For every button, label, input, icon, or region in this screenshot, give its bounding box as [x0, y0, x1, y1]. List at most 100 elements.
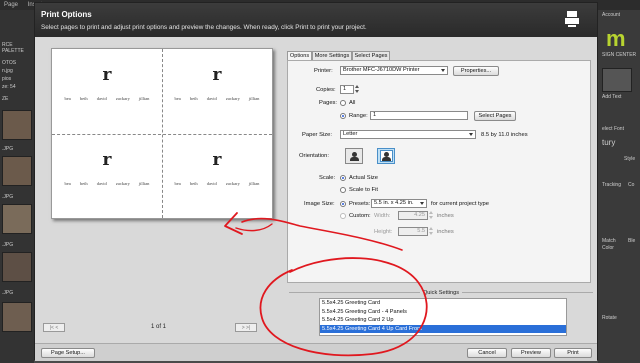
height-unit: inches — [437, 229, 454, 235]
custom-size-label: Custom: — [349, 213, 371, 219]
card-name: jillian — [138, 96, 150, 101]
copies-input[interactable]: 1 — [340, 85, 354, 94]
print-preview-area: r bea beth david zackary jillian r bea b… — [35, 37, 285, 361]
tab-more-settings[interactable]: More Settings — [312, 51, 352, 60]
page-setup-button[interactable]: Page Setup... — [41, 348, 95, 358]
select-pages-button[interactable]: Select Pages — [474, 111, 516, 121]
tab-options[interactable]: Options — [287, 51, 312, 60]
preview-card: r bea beth david zackary jillian — [162, 49, 272, 134]
paper-size-dimensions: 8.5 by 11.0 inches — [481, 132, 528, 138]
card-name: bea — [64, 181, 71, 186]
bg-photo-thumbnail[interactable] — [2, 302, 32, 332]
bg-photo-thumbnail[interactable] — [2, 156, 32, 186]
printer-icon — [565, 11, 579, 27]
bg-add-text-button[interactable] — [602, 68, 632, 92]
card-name: beth — [79, 181, 88, 186]
presets-value: 5.5 in. x 4.25 in. — [374, 200, 414, 206]
actual-size-label: Actual Size — [349, 175, 378, 181]
bg-photo-thumbnail[interactable] — [2, 110, 32, 140]
arrow-down-icon[interactable] — [429, 216, 433, 219]
quick-settings-title-text: Quick Settings — [419, 290, 463, 296]
bg-left-text: ze: 54 — [2, 84, 16, 90]
arrow-up-icon[interactable] — [355, 85, 359, 88]
bg-right-text: tury — [602, 138, 616, 147]
custom-size-radio[interactable] — [340, 213, 346, 219]
cut-line-vertical — [162, 49, 163, 218]
quick-settings-item[interactable]: 5.5x4.25 Greeting Card — [320, 299, 566, 308]
pages-label: Pages: — [319, 100, 338, 106]
previous-page-button[interactable]: |< < — [43, 323, 65, 332]
presets-select[interactable]: 5.5 in. x 4.25 in. — [371, 199, 427, 208]
width-stepper[interactable] — [429, 211, 434, 220]
height-stepper[interactable] — [429, 227, 434, 236]
orientation-label: Orientation: — [299, 153, 329, 159]
preview-button[interactable]: Preview — [511, 348, 551, 358]
cancel-button[interactable]: Cancel — [467, 348, 507, 358]
quick-settings-item[interactable]: 5.5x4.25 Greeting Card - 4 Panels — [320, 308, 566, 317]
card-names: bea beth david zackary jillian — [52, 96, 162, 101]
next-page-button[interactable]: > >| — [235, 323, 257, 332]
bg-file-label: .JPG — [2, 242, 14, 248]
presets-radio[interactable] — [340, 201, 346, 207]
bg-left-text: pios — [2, 76, 12, 82]
card-name: bea — [174, 181, 181, 186]
height-label: Height: — [374, 229, 393, 235]
portrait-orientation-button[interactable] — [345, 148, 363, 164]
arrow-down-icon[interactable] — [429, 232, 433, 235]
bg-photo-thumbnail[interactable] — [2, 204, 32, 234]
bg-app-logo: m — [606, 26, 626, 51]
card-name: david — [96, 181, 107, 186]
card-name: jillian — [138, 181, 150, 186]
presets-note: for current project type — [431, 201, 489, 207]
card-name: bea — [174, 96, 181, 101]
tab-select-pages[interactable]: Select Pages — [352, 51, 390, 60]
quick-settings-list[interactable]: 5.5x4.25 Greeting Card 5.5x4.25 Greeting… — [319, 298, 567, 336]
actual-size-radio[interactable] — [340, 175, 346, 181]
print-button[interactable]: Print — [554, 348, 592, 358]
quick-settings-item[interactable]: 5.5x4.25 Greeting Card 2 Up — [320, 316, 566, 325]
background-left-panel: RCE PALETTE OTOS n.jpg pios ze: 54 ZE .J… — [0, 10, 34, 363]
page-indicator: 1 of 1 — [151, 324, 167, 330]
printer-select-value: Brother MFC-J6710DW Printer — [343, 67, 420, 73]
properties-button[interactable]: Properties... — [453, 66, 499, 76]
pages-range-input[interactable]: 1 — [370, 111, 468, 120]
card-names: bea beth david zackary jillian — [162, 181, 272, 186]
landscape-orientation-button[interactable] — [377, 148, 395, 164]
image-size-label: Image Size: — [304, 201, 335, 207]
card-name: jillian — [248, 96, 260, 101]
dialog-subtitle: Select pages to print and adjust print o… — [41, 24, 367, 31]
card-name: beth — [79, 96, 88, 101]
scale-to-fit-radio[interactable] — [340, 187, 346, 193]
copies-stepper[interactable] — [355, 85, 360, 94]
preview-card: r bea beth david zackary jillian — [162, 134, 272, 219]
width-input[interactable]: 4.25 — [398, 211, 428, 220]
bg-right-text: Account — [602, 12, 621, 18]
bg-right-text: Tracking — [602, 182, 621, 188]
arrow-up-icon[interactable] — [429, 227, 433, 230]
arrow-up-icon[interactable] — [429, 211, 433, 214]
quick-settings-item-selected[interactable]: 5.5x4.25 Greeting Card 4 Up Card Front — [320, 324, 566, 333]
paper-size-select[interactable]: Letter — [340, 130, 476, 139]
card-name: david — [96, 96, 107, 101]
card-name: beth — [189, 96, 198, 101]
paper-size-label: Paper Size: — [302, 132, 332, 138]
quick-settings-title: Quick Settings — [285, 290, 597, 296]
card-name: zackary — [225, 96, 240, 101]
scale-label: Scale: — [319, 175, 336, 181]
bg-right-text: Co — [628, 182, 635, 188]
card-name: bea — [64, 96, 71, 101]
pages-range-radio[interactable] — [340, 113, 346, 119]
bg-photo-thumbnail[interactable] — [2, 252, 32, 282]
scale-to-fit-label: Scale to Fit — [349, 187, 378, 193]
height-input[interactable]: 5.5 — [398, 227, 428, 236]
arrow-down-icon[interactable] — [355, 90, 359, 93]
bg-right-text: Ble — [628, 238, 636, 244]
card-monogram: r — [212, 65, 222, 85]
bg-right-text: Style — [624, 156, 636, 162]
printer-select[interactable]: Brother MFC-J6710DW Printer — [340, 66, 448, 75]
printer-label: Printer: — [314, 68, 333, 74]
card-name: beth — [189, 181, 198, 186]
pages-all-radio[interactable] — [340, 100, 346, 106]
bg-left-text: OTOS — [2, 60, 17, 66]
card-name: zackary — [115, 96, 130, 101]
